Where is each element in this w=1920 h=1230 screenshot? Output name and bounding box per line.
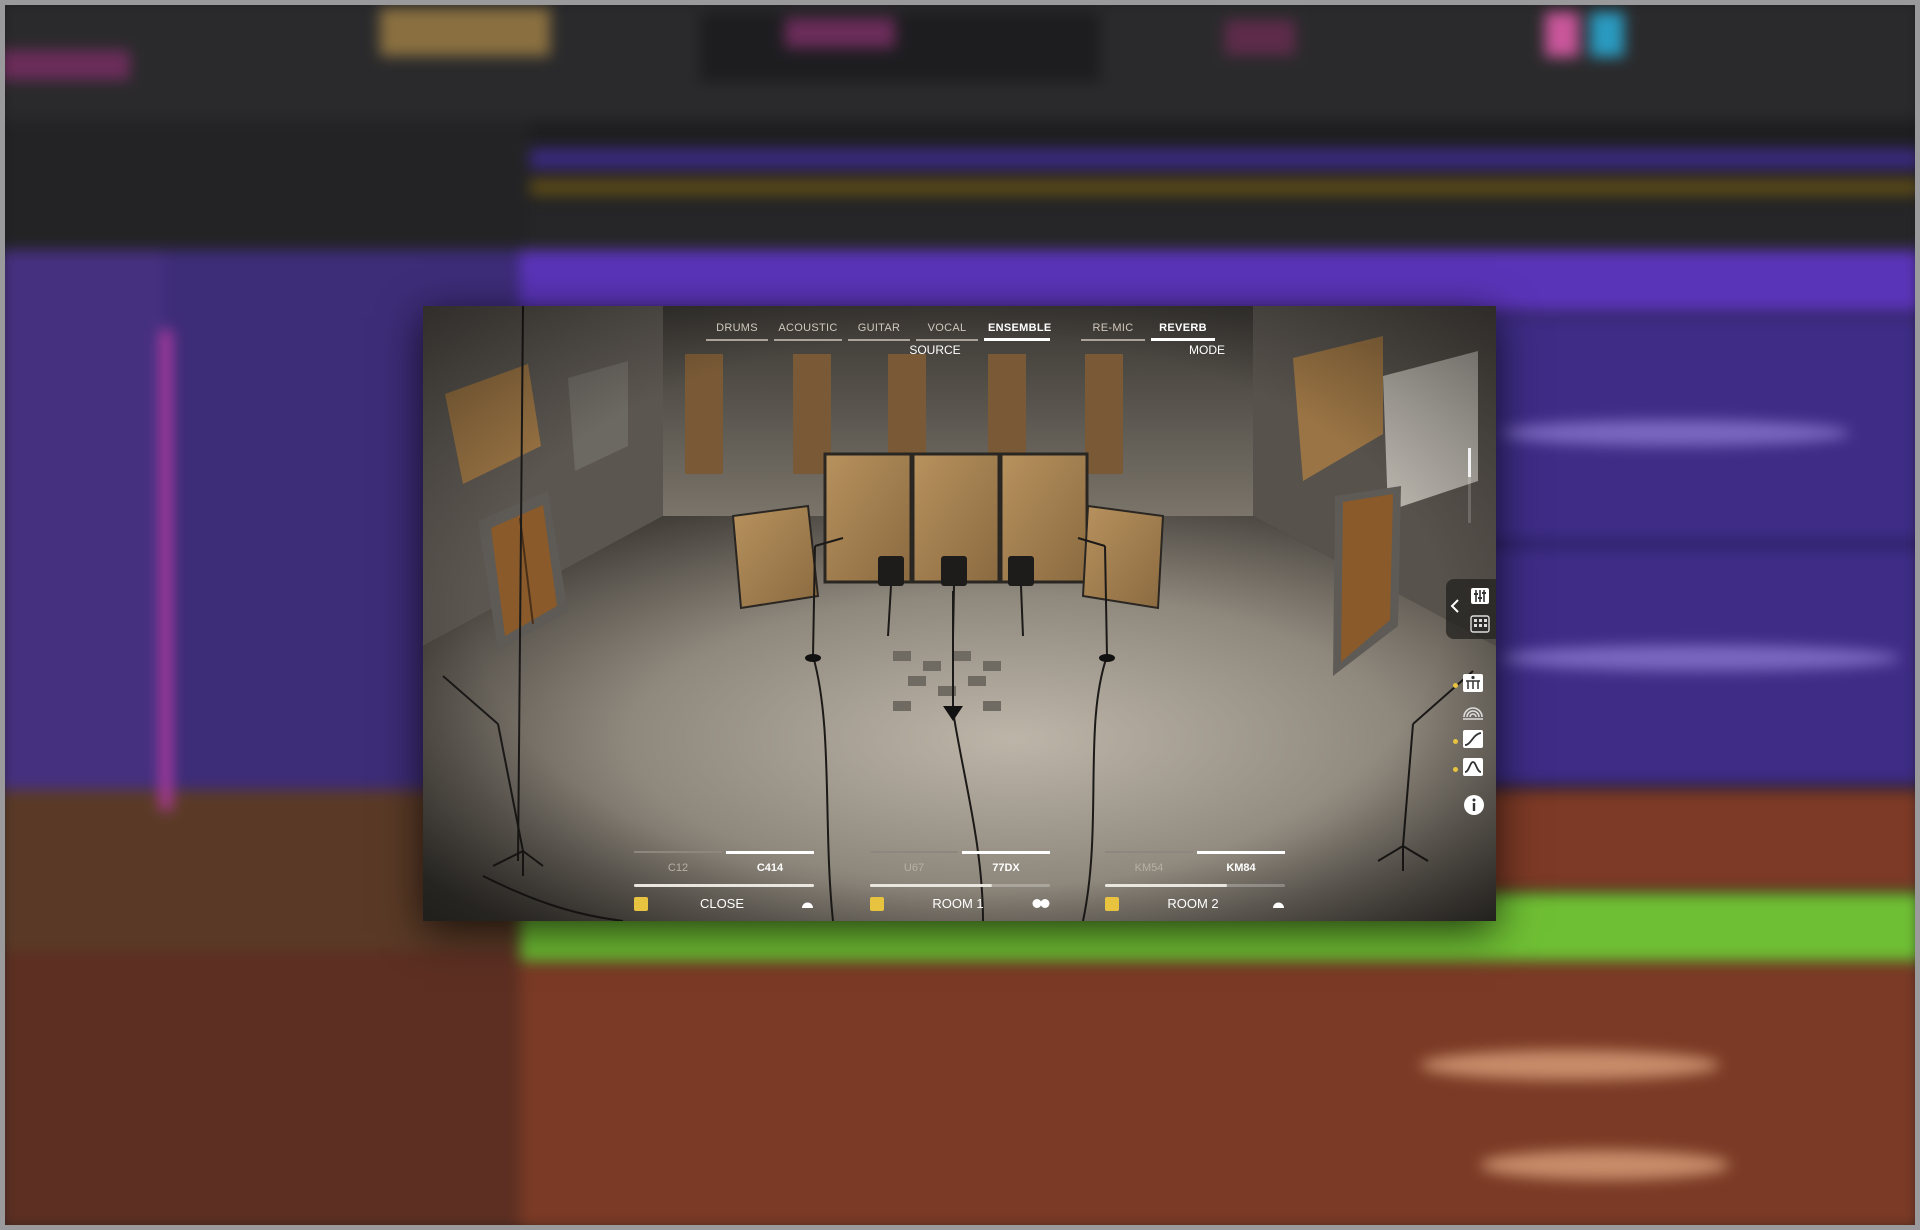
global-track-empty (530, 200, 1920, 250)
mic-model-c414[interactable]: C414 (726, 851, 814, 874)
region-purple-top (520, 250, 1920, 312)
mic-model-km84[interactable]: KM84 (1197, 851, 1285, 874)
track-header-purple (0, 250, 165, 790)
cardioid-pattern-icon[interactable] (796, 897, 814, 911)
grid-icon[interactable] (1470, 615, 1490, 638)
room1-enable-toggle[interactable] (870, 896, 884, 911)
global-track-gold (530, 178, 1920, 196)
tab-ensemble[interactable]: ENSEMBLE (984, 320, 1051, 341)
source-tabs: DRUMS ACOUSTIC GUITAR VOCAL ENSEMBLE (706, 320, 1051, 341)
active-indicator-dot (1453, 683, 1458, 688)
mic-block-close: C12 C414 CLOSE (634, 851, 814, 911)
reverb-plugin-window: DRUMS ACOUSTIC GUITAR VOCAL ENSEMBLE SOU… (423, 306, 1496, 921)
mixer-icon[interactable] (1470, 587, 1490, 610)
eq-curve-icon[interactable] (1462, 729, 1484, 754)
source-label: SOURCE (909, 343, 961, 357)
mic-block-room1: U67 77DX ROOM 1 (870, 851, 1050, 911)
reverb-tail-icon[interactable] (1462, 701, 1484, 726)
room2-enable-toggle[interactable] (1105, 896, 1119, 911)
room1-level-slider[interactable] (870, 884, 1050, 887)
mic-model-u67[interactable]: U67 (870, 851, 958, 874)
tab-guitar[interactable]: GUITAR (848, 320, 910, 341)
close-level-slider[interactable] (634, 884, 814, 887)
tab-drums[interactable]: DRUMS (706, 320, 768, 341)
transport-readout (785, 18, 895, 48)
track-color-strip (160, 330, 172, 810)
close-enable-toggle[interactable] (634, 896, 648, 911)
toolbar-left-readout (0, 50, 130, 80)
side-panel (1446, 579, 1496, 639)
room1-mic-label: ROOM 1 (932, 896, 984, 911)
figure-8-pattern-icon[interactable] (1032, 897, 1050, 911)
waveform-blob (1500, 420, 1850, 446)
studio-room-view (423, 306, 1496, 921)
global-track-purple (530, 148, 1920, 170)
timeline-ruler (530, 120, 1920, 148)
mic-block-room2: KM54 KM84 ROOM 2 (1105, 851, 1285, 911)
mode-tabs: RE-MIC REVERB (1081, 320, 1215, 341)
waveform-blob (1500, 645, 1900, 671)
waveform-blob (1480, 1150, 1730, 1180)
close-mic-label: CLOSE (699, 896, 745, 911)
toolbar-badge (1225, 20, 1295, 55)
mic-model-c12[interactable]: C12 (634, 851, 722, 874)
cardioid-pattern-icon[interactable] (1267, 897, 1285, 911)
tab-acoustic[interactable]: ACOUSTIC (774, 320, 842, 341)
toolbar-blue-button (1590, 12, 1624, 57)
tab-vocal[interactable]: VOCAL (916, 320, 978, 341)
filter-curve-icon[interactable] (1462, 757, 1484, 782)
transport-display (700, 12, 1100, 82)
mode-label: MODE (1189, 343, 1225, 357)
region-orange-bottom (520, 962, 1920, 1230)
chevron-left-icon[interactable] (1450, 598, 1460, 619)
toolbar-pink-button (1545, 12, 1579, 57)
waveform-blob (1420, 1050, 1720, 1080)
room2-level-fill (1105, 884, 1228, 887)
room-view-icon[interactable] (1462, 673, 1484, 698)
room2-level-slider[interactable] (1105, 884, 1285, 887)
active-indicator-dot (1453, 739, 1458, 744)
tab-reverb[interactable]: REVERB (1151, 320, 1215, 341)
toolbar-tool-group (380, 8, 550, 56)
vertical-fader[interactable] (1468, 448, 1471, 523)
vertical-fader-fill (1468, 448, 1471, 477)
tab-re-mic[interactable]: RE-MIC (1081, 320, 1145, 341)
room2-mic-label: ROOM 2 (1167, 896, 1219, 911)
mic-model-77dx[interactable]: 77DX (962, 851, 1050, 874)
active-indicator-dot (1453, 767, 1458, 772)
daw-inspector (0, 120, 530, 250)
close-level-fill (634, 884, 814, 887)
room1-level-fill (870, 884, 993, 887)
info-icon[interactable] (1463, 794, 1485, 821)
track-header-orange-2 (0, 950, 520, 1230)
mic-model-km54[interactable]: KM54 (1105, 851, 1193, 874)
